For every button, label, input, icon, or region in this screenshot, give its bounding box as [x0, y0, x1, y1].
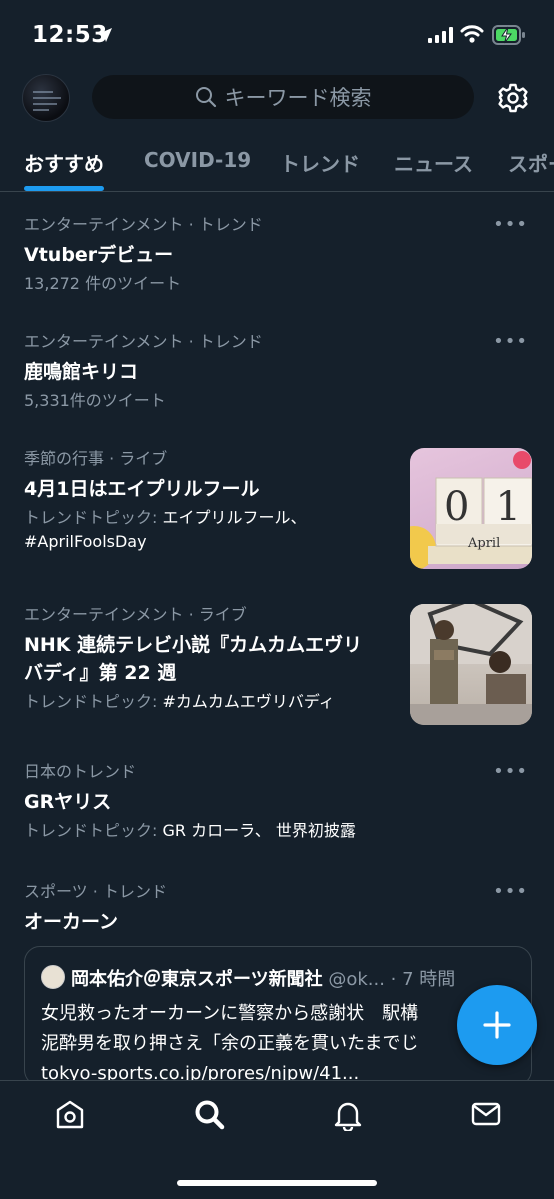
trend-topics: #カムカムエヴリバディ: [162, 692, 335, 711]
trend-item[interactable]: エンターテインメント · トレンド Vtuberデビュー 13,272 件のツイ…: [24, 214, 534, 296]
search-placeholder: キーワード検索: [224, 86, 372, 110]
trend-category: エンターテインメント · トレンド: [24, 332, 263, 351]
trend-item[interactable]: エンターテインメント · トレンド 鹿鳴館キリコ 5,331件のツイート •••: [24, 331, 534, 413]
active-tab-indicator: [24, 186, 104, 191]
trend-category: エンターテインメント · トレンド: [24, 215, 263, 234]
trend-live-label: · ライブ: [183, 605, 247, 624]
battery-charging-icon: [492, 25, 525, 45]
trend-topics: エイプリルフール、: [162, 508, 307, 527]
home-indicator: [177, 1180, 377, 1186]
search-nav-icon[interactable]: [194, 1099, 226, 1131]
trend-category: 季節の行事: [24, 449, 105, 468]
trend-title: オーカーン: [24, 911, 119, 933]
trend-item[interactable]: スポーツ · トレンド オーカーン •••: [24, 881, 534, 936]
tweet-author-avatar: [41, 965, 65, 989]
profile-avatar[interactable]: [22, 74, 70, 122]
tab-trends[interactable]: トレンド: [280, 148, 360, 177]
trend-thumbnail-calendar[interactable]: 01 April: [410, 448, 532, 569]
more-options-icon[interactable]: •••: [493, 881, 528, 902]
cellular-signal-icon: [428, 27, 453, 43]
trend-title: 4月1日はエイプリルフール: [24, 478, 260, 500]
trend-hashtag: #AprilFoolsDay: [24, 532, 147, 551]
trend-category: スポーツ · トレンド: [24, 882, 167, 901]
trend-title: Vtuberデビュー: [24, 244, 174, 266]
trend-topic-prefix: トレンドトピック:: [24, 508, 163, 527]
trend-thumbnail-drama[interactable]: [410, 604, 532, 725]
tweet-text-line: 女児救ったオーカーンに警察から感謝状 駅構: [41, 1003, 419, 1024]
drama-still-image: [410, 604, 532, 725]
more-options-icon[interactable]: •••: [493, 214, 528, 235]
trend-title-line2: バディ』第 22 週: [24, 662, 177, 684]
tab-covid19[interactable]: COVID-19: [144, 148, 251, 172]
settings-gear-icon[interactable]: [497, 82, 529, 114]
calendar-month-text: April: [468, 536, 501, 551]
messages-envelope-icon[interactable]: [470, 1099, 502, 1129]
trend-topic-prefix: トレンドトピック:: [24, 692, 163, 711]
status-bar: 12:53: [0, 0, 554, 68]
trend-item[interactable]: 日本のトレンド GRヤリス トレンドトピック: GR カローラ、 世界初披露 •…: [24, 761, 534, 843]
search-icon: [195, 87, 216, 108]
trend-title-line1: NHK 連続テレビ小説『カムカムエヴリ: [24, 634, 363, 656]
trend-topics: GR カローラ、 世界初披露: [162, 821, 356, 840]
trend-topic-prefix: トレンドトピック:: [24, 821, 163, 840]
home-icon[interactable]: [55, 1099, 85, 1131]
tab-news[interactable]: ニュース: [394, 148, 473, 177]
trend-tweet-count: 13,272 件のツイート: [24, 274, 182, 293]
location-arrow-icon: [98, 28, 112, 42]
compose-tweet-button[interactable]: [457, 985, 537, 1065]
tweet-handle-time: @ok... · 7 時間: [322, 969, 456, 990]
wifi-icon: [460, 25, 484, 43]
tweet-card[interactable]: 岡本佑介＠東京スポーツ新聞社 @ok... · 7 時間 女児救ったオーカーンに…: [24, 946, 532, 1086]
notifications-bell-icon[interactable]: [333, 1099, 363, 1131]
more-options-icon[interactable]: •••: [493, 761, 528, 782]
trend-category: 日本のトレンド: [24, 762, 137, 781]
trend-item[interactable]: エンターテインメント · ライブ NHK 連続テレビ小説『カムカムエヴリ バディ…: [24, 604, 404, 714]
plus-icon: [483, 1011, 511, 1039]
explore-tabs: おすすめ COVID-19 トレンド ニュース スポー: [0, 140, 554, 192]
tab-recommended[interactable]: おすすめ: [24, 148, 104, 177]
trend-item[interactable]: 季節の行事 · ライブ 4月1日はエイプリルフール トレンドトピック: エイプリ…: [24, 448, 404, 554]
trend-category: エンターテインメント: [24, 605, 184, 624]
more-options-icon[interactable]: •••: [493, 331, 528, 352]
search-input[interactable]: キーワード検索: [92, 75, 474, 119]
tweet-text-line: 泥酔男を取り押さえ「余の正義を貫いたまでじ: [41, 1033, 419, 1054]
tweet-author-name: 岡本佑介＠東京スポーツ新聞社: [71, 969, 323, 990]
trend-title: 鹿鳴館キリコ: [24, 361, 139, 383]
trend-title: GRヤリス: [24, 791, 112, 813]
calendar-day-text: 01: [444, 484, 521, 530]
top-bar: キーワード検索: [0, 68, 554, 130]
tab-sports[interactable]: スポー: [508, 148, 554, 177]
trend-live-label: · ライブ: [104, 449, 168, 468]
trend-tweet-count: 5,331件のツイート: [24, 391, 166, 410]
